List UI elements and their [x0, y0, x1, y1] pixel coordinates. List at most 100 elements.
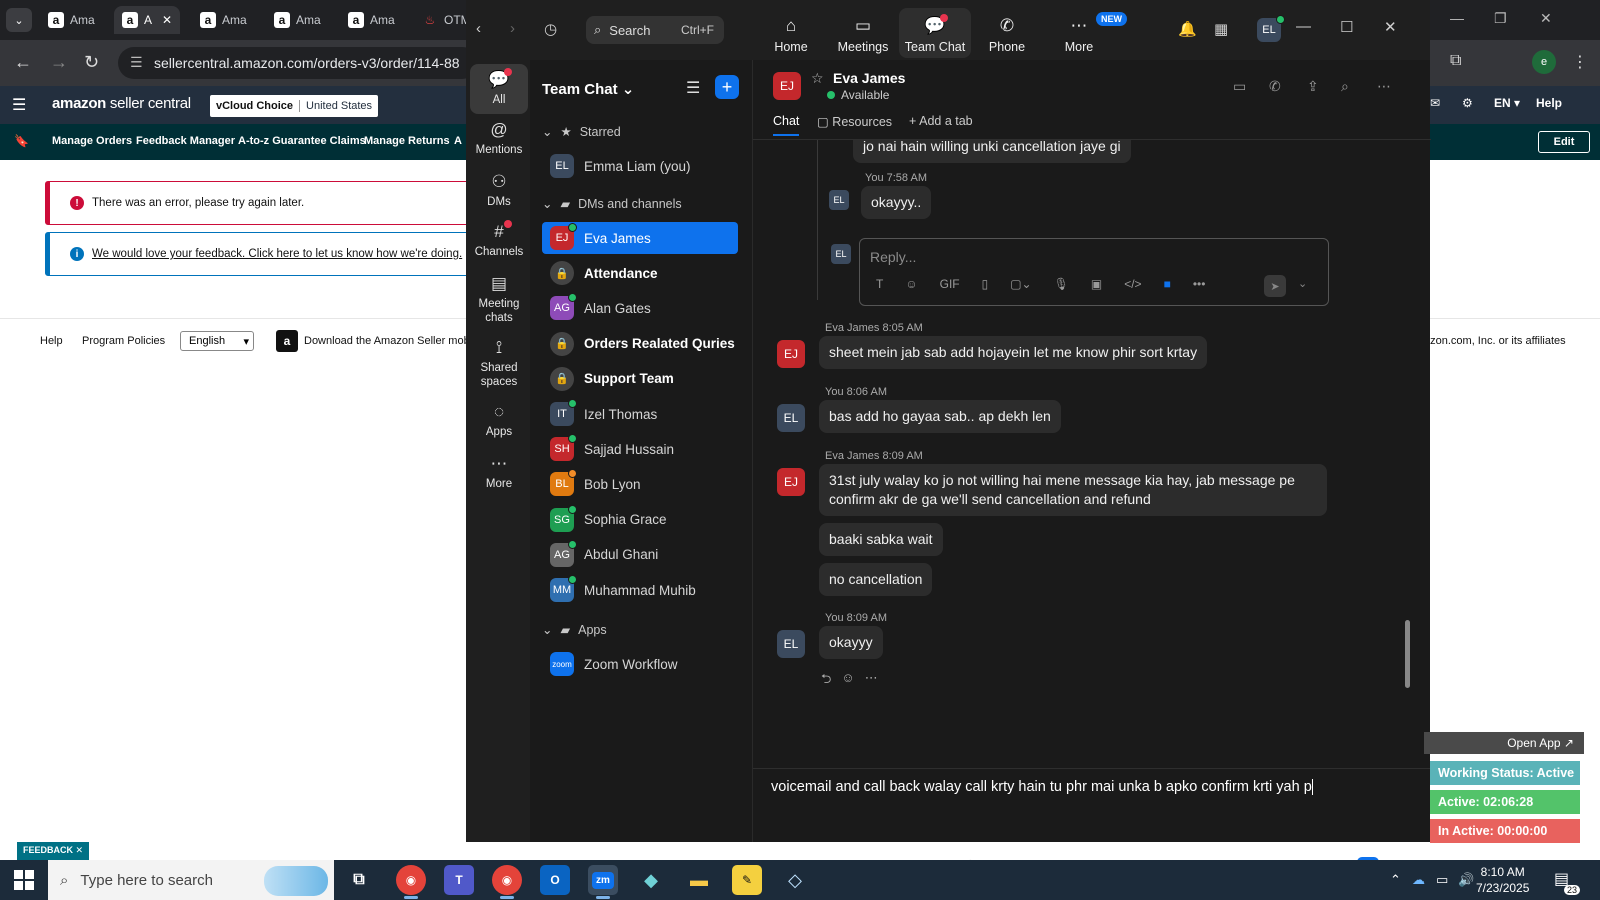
network-icon[interactable]: ▭: [1436, 872, 1448, 888]
share-screen-icon[interactable]: ⇪: [1307, 78, 1319, 95]
more-options-icon[interactable]: ⋯: [1377, 78, 1391, 95]
nav-feedback-manager[interactable]: Feedback Manager: [136, 135, 235, 147]
amazon-seller-central-logo[interactable]: amazon seller central: [52, 95, 191, 112]
list-item-sophia-grace[interactable]: SG Sophia Grace: [542, 504, 738, 536]
history-icon[interactable]: ◷: [544, 20, 557, 38]
tab-chat[interactable]: Chat: [773, 114, 800, 136]
menu-kebab-icon[interactable]: ⋮: [1572, 52, 1588, 72]
sticky-notes-icon[interactable]: ✎: [732, 865, 762, 895]
send-icon[interactable]: ➤: [1264, 275, 1286, 297]
windows-start-icon[interactable]: [14, 870, 34, 890]
bookmark-icon[interactable]: 🔖: [14, 134, 29, 148]
composer-input[interactable]: voicemail and call back walay call krty …: [771, 779, 1313, 796]
chrome-icon[interactable]: ◉: [396, 865, 426, 899]
contact-avatar[interactable]: EJ: [773, 72, 801, 100]
video-call-icon[interactable]: ▭: [1233, 78, 1246, 95]
zoom-taskbar-icon[interactable]: zm: [588, 865, 618, 899]
diamond-app-icon[interactable]: ◆: [636, 865, 666, 895]
rail-meeting-chats[interactable]: ▤ Meeting chats: [470, 274, 528, 326]
phone-call-icon[interactable]: ✆: [1269, 78, 1281, 95]
file-icon[interactable]: ▯: [982, 277, 989, 291]
rail-more[interactable]: ⋯ More: [470, 454, 528, 492]
footer-help-link[interactable]: Help: [40, 335, 63, 347]
edit-nav-button[interactable]: Edit: [1538, 131, 1590, 153]
rail-channels[interactable]: # Channels: [470, 222, 528, 260]
emoji-icon[interactable]: ☺: [905, 277, 917, 291]
calendar-icon[interactable]: ▦: [1214, 20, 1228, 38]
section-starred[interactable]: ⌄ ★ Starred: [542, 124, 621, 140]
section-dms-channels[interactable]: ⌄ ▰ DMs and channels: [542, 196, 682, 212]
close-tab-icon[interactable]: ✕: [162, 13, 172, 27]
notification-center-icon[interactable]: ▤ 23: [1554, 869, 1580, 895]
list-item-emma-liam[interactable]: EL Emma Liam (you): [542, 150, 738, 182]
snipping-tool-icon[interactable]: ◇: [780, 865, 810, 895]
browser-tab[interactable]: a Ama: [266, 6, 329, 34]
code-icon[interactable]: </>: [1124, 277, 1141, 291]
rail-apps[interactable]: ◌ Apps: [470, 402, 528, 440]
browser-tab[interactable]: a Ama: [340, 6, 403, 34]
list-item-abdul-ghani[interactable]: AG Abdul Ghani: [542, 539, 738, 571]
maximize-icon[interactable]: ☐: [1340, 18, 1353, 36]
section-apps[interactable]: ⌄ ▰ Apps: [542, 622, 607, 638]
site-info-icon[interactable]: ☰: [130, 54, 143, 71]
reply-thread-icon[interactable]: ⮌: [821, 670, 831, 692]
tab-search-button[interactable]: ⌄: [6, 8, 32, 32]
forward-icon[interactable]: ›: [510, 20, 515, 37]
gif-icon[interactable]: GIF: [940, 277, 960, 291]
new-chat-button[interactable]: +: [715, 75, 739, 99]
feedback-tab[interactable]: FEEDBACK ✕: [17, 842, 90, 860]
list-item-eva-james[interactable]: EJ Eva James: [542, 222, 738, 254]
list-item-alan-gates[interactable]: AG Alan Gates: [542, 292, 738, 324]
rail-dms[interactable]: ⚇ DMs: [470, 172, 528, 210]
rail-all[interactable]: 💬 All: [470, 64, 528, 115]
nav-a-to-z-claims[interactable]: A-to-z Guarantee Claims: [238, 135, 366, 147]
add-reaction-icon[interactable]: ☺: [841, 670, 854, 692]
tab-resources[interactable]: ▢ Resources: [817, 114, 892, 129]
profile-avatar[interactable]: e: [1532, 50, 1556, 74]
system-clock[interactable]: 8:10 AM 7/23/2025: [1476, 864, 1529, 896]
panel-title[interactable]: Team Chat ⌄: [542, 80, 634, 98]
extensions-icon[interactable]: ⧉: [1450, 52, 1461, 70]
rail-mentions[interactable]: @ Mentions: [470, 120, 528, 158]
audio-icon[interactable]: 🎙: [1054, 277, 1069, 291]
list-item-support-team[interactable]: 🔒 Support Team: [542, 363, 738, 395]
nav-phone[interactable]: ✆ Phone: [971, 8, 1043, 58]
store-selector[interactable]: vCloud Choice United States: [210, 95, 379, 117]
mail-icon[interactable]: ✉: [1430, 96, 1440, 110]
nav-home[interactable]: ⌂ Home: [755, 8, 827, 58]
feedback-link[interactable]: We would love your feedback. Click here …: [92, 248, 462, 260]
help-link[interactable]: Help: [1536, 96, 1562, 110]
list-item-bob-lyon[interactable]: BL Bob Lyon: [542, 468, 738, 500]
nav-meetings[interactable]: ▭ Meetings: [827, 8, 899, 58]
task-view-icon[interactable]: ⧉: [344, 865, 374, 895]
filter-icon[interactable]: ☰: [686, 78, 700, 98]
list-item-zoom-workflow[interactable]: zoom Zoom Workflow: [542, 648, 738, 680]
whiteboard-icon[interactable]: ■: [1164, 277, 1171, 291]
zoom-search[interactable]: ⌕ Search Ctrl+F: [586, 16, 724, 44]
screenshot-icon[interactable]: ▢⌄: [1010, 277, 1031, 291]
url-bar[interactable]: ☰ sellercentral.amazon.com/orders-v3/ord…: [118, 47, 478, 79]
restore-icon[interactable]: ❐: [1494, 10, 1507, 27]
settings-gear-icon[interactable]: ⚙: [1462, 96, 1473, 110]
list-item-muhammad-muhib[interactable]: MM Muhammad Muhib: [542, 574, 738, 606]
footer-policies-link[interactable]: Program Policies: [82, 335, 165, 347]
list-item-sajjad-hussain[interactable]: SH Sajjad Hussain: [542, 433, 738, 465]
more-icon[interactable]: •••: [1193, 277, 1206, 291]
close-icon[interactable]: ✕: [1384, 18, 1397, 36]
onedrive-icon[interactable]: ☁: [1412, 872, 1425, 888]
minimize-icon[interactable]: —: [1296, 18, 1311, 35]
nav-manage-orders[interactable]: Manage Orders: [52, 135, 132, 147]
text-format-icon[interactable]: T: [876, 277, 883, 291]
close-icon[interactable]: ✕: [1540, 10, 1552, 27]
send-options-chevron-icon[interactable]: ⌄: [1298, 277, 1307, 290]
star-outline-icon[interactable]: ☆: [811, 70, 824, 87]
open-app-button[interactable]: Open App ↗: [1424, 732, 1584, 754]
forward-icon[interactable]: →: [50, 52, 68, 73]
more-actions-icon[interactable]: ⋯: [865, 670, 878, 692]
language-selector[interactable]: EN ▾: [1494, 96, 1520, 110]
browser-tab[interactable]: a A ✕: [114, 6, 181, 34]
scrollbar-thumb[interactable]: [1405, 620, 1410, 688]
minimize-icon[interactable]: —: [1450, 10, 1464, 26]
volume-icon[interactable]: 🔊: [1458, 872, 1474, 888]
teams-icon[interactable]: T: [444, 865, 474, 895]
